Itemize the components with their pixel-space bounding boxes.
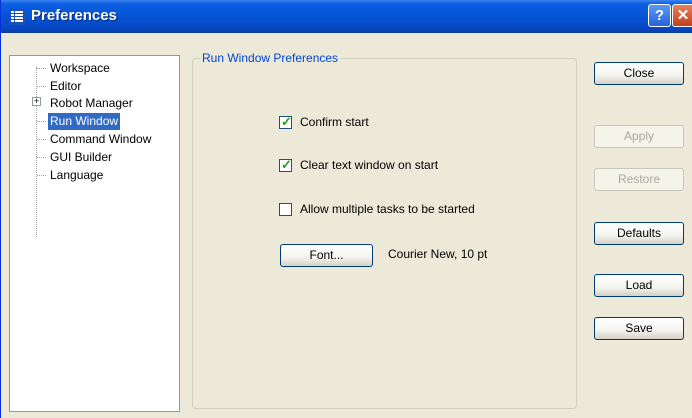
checkmark-icon: ✓ — [281, 113, 292, 129]
tree-item-label: Language — [50, 168, 104, 182]
confirm-start-option[interactable]: ✓ Confirm start — [279, 114, 369, 130]
title-bar[interactable]: Preferences ? ✕ — [1, 0, 692, 33]
expand-robot-manager-icon[interactable]: + — [32, 97, 41, 106]
font-value: Courier New, 10 pt — [388, 247, 488, 261]
group-title: Run Window Preferences — [200, 51, 341, 65]
tree-item-workspace[interactable]: Workspace — [37, 60, 112, 77]
window-close-button[interactable]: ✕ — [672, 4, 692, 27]
checkmark-icon: ✓ — [281, 156, 292, 172]
tree-item-label: Command Window — [50, 132, 152, 146]
preferences-window: Preferences ? ✕ Workspace Editor + Robot… — [0, 0, 692, 418]
help-button[interactable]: ? — [648, 4, 671, 27]
tree-item-label: Run Window — [50, 114, 119, 128]
close-icon: ✕ — [676, 7, 690, 24]
tree-item-label: Workspace — [50, 61, 110, 75]
save-button[interactable]: Save — [594, 317, 684, 340]
apply-button[interactable]: Apply — [594, 125, 684, 148]
tree-item-label: GUI Builder — [50, 150, 113, 164]
help-icon: ? — [654, 7, 665, 24]
preferences-app-icon — [9, 9, 25, 25]
restore-button[interactable]: Restore — [594, 168, 684, 191]
allow-multiple-tasks-option[interactable]: Allow multiple tasks to be started — [279, 201, 475, 217]
run-window-preferences-group — [192, 58, 577, 409]
tree-item-command-window[interactable]: Command Window — [37, 131, 153, 148]
tree-item-gui-builder[interactable]: GUI Builder — [37, 149, 114, 166]
tree-item-language[interactable]: Language — [37, 167, 105, 184]
confirm-start-label[interactable]: Confirm start — [300, 115, 369, 129]
confirm-start-checkbox[interactable]: ✓ — [279, 113, 292, 129]
clear-text-window-label[interactable]: Clear text window on start — [300, 158, 438, 172]
allow-multiple-tasks-label[interactable]: Allow multiple tasks to be started — [300, 202, 475, 216]
tree-item-label: Robot Manager — [50, 96, 133, 110]
tree-item-robot-manager[interactable]: Robot Manager — [48, 95, 135, 112]
tree-connector-line — [36, 67, 37, 237]
font-button[interactable]: Font... — [280, 244, 373, 267]
tree-item-label: Editor — [50, 79, 82, 93]
clear-text-window-option[interactable]: ✓ Clear text window on start — [279, 157, 438, 173]
close-button[interactable]: Close — [594, 62, 684, 85]
tree-item-editor[interactable]: Editor — [37, 78, 83, 95]
clear-text-window-checkbox[interactable]: ✓ — [279, 156, 292, 172]
window-title: Preferences — [31, 7, 117, 24]
tree-item-run-window[interactable]: Run Window — [37, 113, 121, 130]
preferences-tree[interactable]: Workspace Editor + Robot Manager Run Win… — [9, 55, 180, 412]
allow-multiple-tasks-checkbox[interactable] — [279, 202, 292, 216]
defaults-button[interactable]: Defaults — [594, 222, 684, 245]
load-button[interactable]: Load — [594, 274, 684, 297]
